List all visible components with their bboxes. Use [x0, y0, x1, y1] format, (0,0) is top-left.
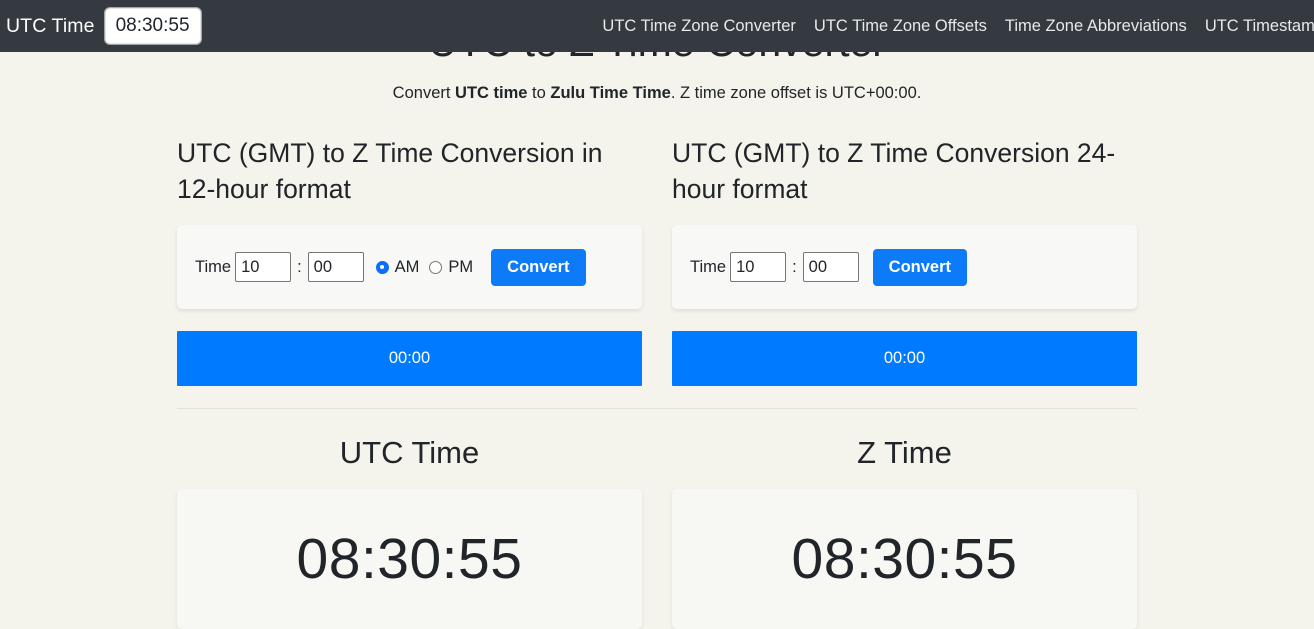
clocks-row: UTC Time 08:30:55 Z Time 08:30:55	[177, 409, 1137, 629]
utc-clock-card: 08:30:55	[177, 489, 642, 629]
minute-input-24h[interactable]	[802, 252, 859, 283]
navbar-brand[interactable]: UTC Time	[6, 15, 95, 38]
content-container: UTC to Z Time Converter Convert UTC time…	[177, 0, 1137, 629]
time-separator-12h: :	[297, 257, 302, 276]
subtitle-text-3: . Z time zone offset is UTC+00:00.	[670, 84, 922, 103]
subtitle-text-1: Convert	[392, 84, 456, 103]
convert-button-12h[interactable]: Convert	[491, 248, 586, 287]
minute-input-12h[interactable]	[307, 252, 364, 283]
page-content: UTC to Z Time Converter Convert UTC time…	[0, 0, 1314, 629]
z-clock-value: 08:30:55	[791, 526, 1018, 591]
am-radio[interactable]	[375, 260, 389, 274]
nav-link-utc-timestamp[interactable]: UTC Timestamp	[1205, 17, 1314, 36]
subtitle-bold-utc-time: UTC time	[455, 84, 528, 103]
converter-12h-form: Time : AM PM Convert	[177, 225, 642, 310]
converters-row: UTC (GMT) to Z Time Conversion in 12-hou…	[177, 136, 1137, 387]
subtitle-text-2: to	[527, 84, 551, 103]
z-clock-heading: Z Time	[857, 435, 952, 471]
converter-24h-column: UTC (GMT) to Z Time Conversion 24-hour f…	[672, 136, 1137, 387]
pm-radio[interactable]	[429, 260, 443, 274]
pm-label[interactable]: PM	[448, 258, 473, 277]
time-label-24h: Time	[690, 257, 727, 276]
converter-12h-column: UTC (GMT) to Z Time Conversion in 12-hou…	[177, 136, 642, 387]
nav-link-time-zone-abbreviations[interactable]: Time Zone Abbreviations	[1005, 17, 1187, 36]
converter-12h-form-inline: Time : AM PM Convert	[195, 248, 586, 287]
navbar-current-time-badge: 08:30:55	[104, 7, 201, 45]
converter-24h-heading: UTC (GMT) to Z Time Conversion 24-hour f…	[672, 137, 1116, 204]
result-bar-12h: 00:00	[177, 331, 642, 387]
time-separator-24h: :	[792, 257, 797, 276]
nav-link-utc-time-zone-converter[interactable]: UTC Time Zone Converter	[602, 17, 795, 36]
page-subtitle: Convert UTC time to Zulu Time Time. Z ti…	[177, 81, 1137, 106]
time-label-12h: Time	[195, 257, 232, 276]
subtitle-bold-zulu-time: Zulu Time Time	[550, 84, 671, 103]
hour-input-24h[interactable]	[730, 252, 787, 283]
nav-link-utc-time-zone-offsets[interactable]: UTC Time Zone Offsets	[814, 17, 987, 36]
z-clock-column: Z Time 08:30:55	[672, 409, 1137, 629]
converter-24h-form-inline: Time : Convert	[690, 248, 967, 287]
navbar: UTC Time 08:30:55 UTC Time Zone Converte…	[0, 0, 1314, 52]
converter-24h-form: Time : Convert	[672, 225, 1137, 310]
utc-clock-heading: UTC Time	[339, 435, 480, 471]
convert-button-24h[interactable]: Convert	[872, 248, 967, 287]
hour-input-12h[interactable]	[235, 252, 292, 283]
z-clock-card: 08:30:55	[672, 489, 1137, 629]
utc-clock-value: 08:30:55	[296, 526, 523, 591]
am-label[interactable]: AM	[395, 258, 420, 277]
converter-12h-heading: UTC (GMT) to Z Time Conversion in 12-hou…	[177, 137, 603, 204]
meridiem-radio-group: AM PM	[375, 258, 484, 277]
utc-clock-column: UTC Time 08:30:55	[177, 409, 642, 629]
result-bar-24h: 00:00	[672, 331, 1137, 387]
navbar-links: UTC Time Zone Converter UTC Time Zone Of…	[602, 17, 1314, 36]
